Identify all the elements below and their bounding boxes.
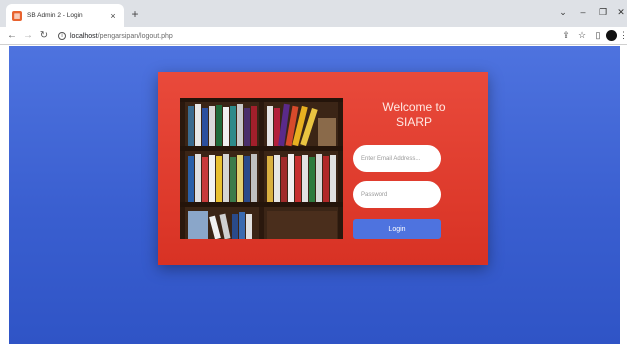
login-card: Welcome to SIARP Enter Email Address... … xyxy=(158,72,488,265)
chevron-down-icon[interactable]: ⌄ xyxy=(556,6,570,18)
tab-bar: ▦ SB Admin 2 - Login × + ⌄ – ❐ ✕ xyxy=(0,0,627,27)
back-arrow-icon[interactable]: ← xyxy=(6,29,18,42)
profile-avatar-icon[interactable] xyxy=(606,30,617,41)
url-path: /pengarsipan/logout.php xyxy=(97,32,173,40)
restore-button[interactable]: ❐ xyxy=(596,6,610,18)
forward-arrow-icon[interactable]: → xyxy=(22,29,34,42)
info-icon[interactable]: i xyxy=(58,32,66,40)
password-field[interactable]: Password xyxy=(353,181,441,208)
app-name: SIARP xyxy=(395,115,432,129)
tab-title: SB Admin 2 - Login xyxy=(27,12,83,19)
star-icon[interactable]: ☆ xyxy=(576,29,588,42)
page-icon: ▦ xyxy=(12,10,22,21)
address-bar: ← → ↻ i localhost /pengarsipan/logout.ph… xyxy=(0,27,627,45)
minimize-button[interactable]: – xyxy=(576,6,590,18)
page-background: Welcome to SIARP Enter Email Address... … xyxy=(9,46,620,344)
close-icon[interactable]: × xyxy=(108,11,118,21)
new-tab-button[interactable]: + xyxy=(128,7,142,21)
welcome-line: Welcome to xyxy=(382,100,446,114)
share-icon[interactable]: ⇪ xyxy=(560,29,572,42)
email-field[interactable]: Enter Email Address... xyxy=(353,145,441,172)
url-host: localhost xyxy=(70,32,98,40)
browser-tab[interactable]: ▦ SB Admin 2 - Login × xyxy=(6,4,124,27)
reload-icon[interactable]: ↻ xyxy=(38,29,50,42)
menu-icon[interactable]: ⋮ xyxy=(619,29,627,42)
url-field[interactable]: i localhost /pengarsipan/logout.php xyxy=(58,29,548,43)
bookshelf-image xyxy=(180,98,343,239)
login-button[interactable]: Login xyxy=(353,219,441,239)
welcome-heading: Welcome to SIARP xyxy=(354,100,474,130)
side-panel-icon[interactable]: ▯ xyxy=(592,29,604,42)
close-window-button[interactable]: ✕ xyxy=(614,6,627,18)
